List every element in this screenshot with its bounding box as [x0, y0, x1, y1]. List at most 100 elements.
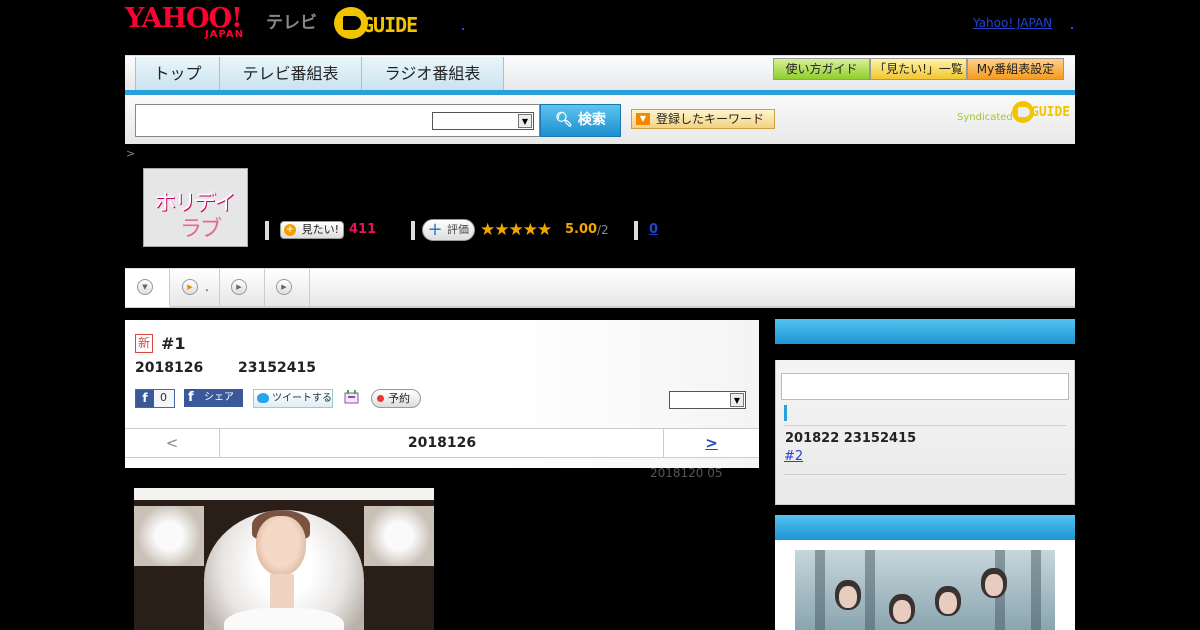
- sidebar-episode-link[interactable]: #2: [784, 449, 803, 464]
- subtab-3[interactable]: ▶: [220, 269, 265, 307]
- tab-top[interactable]: トップ: [135, 57, 220, 91]
- tab-tv-schedule[interactable]: テレビ番組表: [220, 57, 362, 91]
- my-schedule-settings-button[interactable]: My番組表設定: [967, 58, 1064, 80]
- review-count-link[interactable]: 0: [649, 222, 658, 237]
- rate-button[interactable]: + 評価: [422, 219, 475, 241]
- calendar-add-icon[interactable]: [344, 389, 359, 404]
- new-badge: 新: [135, 334, 153, 353]
- facebook-share-label: シェア: [204, 392, 234, 403]
- reserve-label: 予約: [388, 392, 410, 405]
- subtab-2[interactable]: ▶ .: [170, 269, 220, 307]
- facebook-like-button[interactable]: f 0: [135, 389, 175, 408]
- plus-icon: +: [427, 219, 443, 240]
- tv-label[interactable]: テレビ: [266, 8, 317, 33]
- episode-select[interactable]: ▼: [669, 391, 746, 409]
- photo-window-left: [134, 506, 204, 566]
- current-episode-date: 2018126: [407, 435, 477, 451]
- japan-logo-text: JAPAN: [205, 29, 244, 40]
- chevron-down-circle-icon: ▼: [137, 279, 153, 295]
- main-nav: トップ テレビ番組表 ラジオ番組表 使い方ガイド 「見たい!」一覧 My番組表設…: [125, 55, 1075, 91]
- poster-face: [839, 586, 857, 608]
- photo-window-right: [364, 506, 434, 566]
- sidebar-header-strip: [775, 344, 1075, 360]
- want-to-watch-count: 411: [349, 222, 377, 237]
- header-dot: [462, 28, 464, 30]
- tab-radio-schedule[interactable]: ラジオ番組表: [362, 57, 504, 91]
- play-circle-icon: ▶: [231, 279, 247, 295]
- search-icon: 🔍︎: [555, 112, 573, 128]
- rating-score: 5.00: [565, 222, 598, 237]
- sub-tabs: ▼ ▶ . ▶ ▶: [125, 268, 1075, 308]
- facebook-icon: f: [188, 390, 194, 405]
- promo-poster-image[interactable]: [795, 550, 1055, 630]
- prev-episode-button[interactable]: <: [125, 429, 220, 458]
- search-button[interactable]: 🔍︎ 検索: [540, 104, 621, 137]
- facebook-share-button[interactable]: f シェア: [184, 389, 243, 407]
- sidebar-accent-bar: [784, 405, 787, 421]
- episode-title: #1: [161, 334, 186, 353]
- episode-pager: < 2018126 >: [125, 428, 759, 458]
- subtab-2-label: .: [205, 280, 209, 294]
- twitter-bird-icon: [257, 393, 269, 403]
- episode-date: 2018126: [135, 360, 204, 376]
- program-thumbnail: ホリデイ ラブ: [143, 168, 248, 247]
- poster-face: [939, 592, 957, 614]
- breadcrumb[interactable]: >: [126, 147, 135, 160]
- yahoo-logo-text: YAHOO!: [125, 3, 243, 34]
- divider: [265, 221, 269, 240]
- tweet-button[interactable]: ツイートする: [253, 389, 333, 408]
- search-button-label: 検索: [577, 112, 606, 128]
- tweet-label: ツイートする: [272, 393, 332, 404]
- reserve-recording-button[interactable]: 予約: [371, 389, 421, 408]
- sidebar-divider: [784, 474, 1066, 475]
- play-circle-icon: ▶: [182, 279, 198, 295]
- saved-keywords-label: 登録したキーワード: [656, 112, 765, 126]
- episode-photo: [134, 488, 434, 630]
- play-circle-icon: ▶: [276, 279, 292, 295]
- syndicated-logo-text: GUIDE: [1031, 105, 1071, 120]
- poster-tree: [865, 550, 875, 630]
- g-guide-logo-text: GUIDE: [362, 13, 418, 37]
- plus-icon: +: [284, 224, 296, 236]
- poster-face: [985, 574, 1003, 596]
- usage-guide-button[interactable]: 使い方ガイド: [773, 58, 870, 80]
- sidebar-episode-date: 201822 23152415: [785, 431, 917, 446]
- subtab-1[interactable]: ▼: [125, 269, 170, 307]
- saved-keywords-button[interactable]: ▼ 登録したキーワード: [631, 109, 775, 129]
- sidebar-input[interactable]: [781, 373, 1069, 400]
- subtab-4[interactable]: ▶: [265, 269, 310, 307]
- chevron-down-icon: ▼: [730, 393, 744, 407]
- rating-stars: ★★★★★: [480, 220, 552, 240]
- episode-time: 23152415: [238, 360, 316, 376]
- next-episode-link[interactable]: >: [663, 429, 759, 458]
- syndicated-label: Syndicated: [957, 112, 1013, 123]
- sidebar-header: [775, 319, 1075, 344]
- yahoo-japan-logo[interactable]: YAHOO! JAPAN: [125, 5, 265, 41]
- poster-face: [893, 600, 911, 622]
- rating-count: /2: [597, 223, 609, 237]
- record-dot-icon: [377, 395, 384, 402]
- divider: [634, 221, 638, 240]
- updated-timestamp: 2018120 05: [650, 466, 723, 480]
- photo-face: [256, 516, 306, 576]
- photo-dress: [224, 608, 344, 630]
- header-dot-right: [1071, 27, 1073, 29]
- facebook-like-count: 0: [160, 391, 167, 404]
- syndicated-g-guide-logo: GUIDE: [1012, 101, 1071, 125]
- yahoo-japan-link[interactable]: Yahoo! JAPAN: [973, 16, 1052, 30]
- dropdown-arrow-icon: ▼: [636, 113, 650, 125]
- search-category-select[interactable]: ▼: [432, 112, 534, 130]
- chevron-down-icon: ▼: [518, 114, 532, 128]
- want-to-watch-label: 見たい!: [301, 223, 339, 236]
- sidebar-header-2: [775, 515, 1075, 540]
- want-to-watch-button[interactable]: + 見たい!: [280, 221, 344, 239]
- watchlist-button[interactable]: 「見たい!」一覧: [870, 58, 967, 80]
- poster-tree: [1031, 550, 1041, 630]
- divider: [411, 221, 415, 240]
- poster-tree: [815, 550, 825, 630]
- facebook-icon: f: [136, 390, 154, 407]
- rate-label: 評価: [447, 223, 469, 236]
- sidebar-divider: [784, 425, 1066, 426]
- g-guide-logo[interactable]: GUIDE: [334, 7, 434, 41]
- thumbnail-title-line2: ラブ: [180, 217, 222, 242]
